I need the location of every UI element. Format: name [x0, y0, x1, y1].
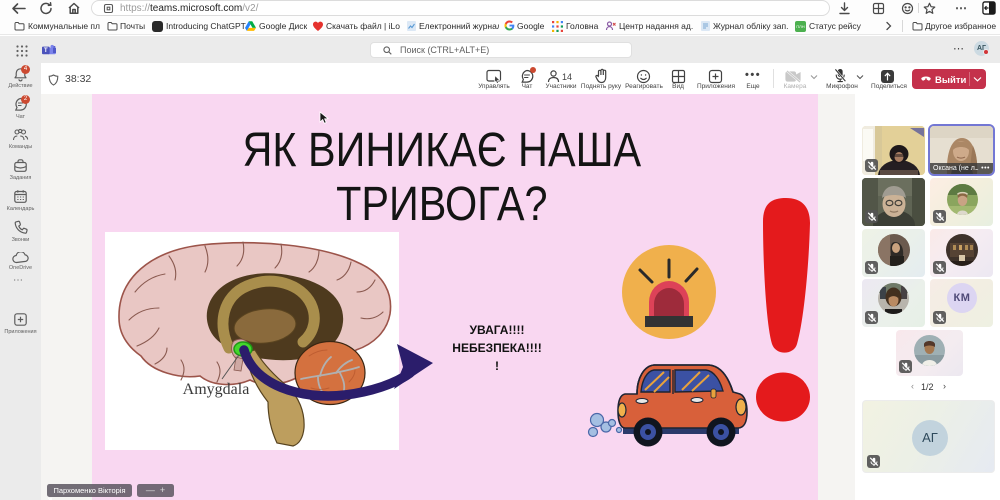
svg-text:T: T	[44, 47, 48, 54]
